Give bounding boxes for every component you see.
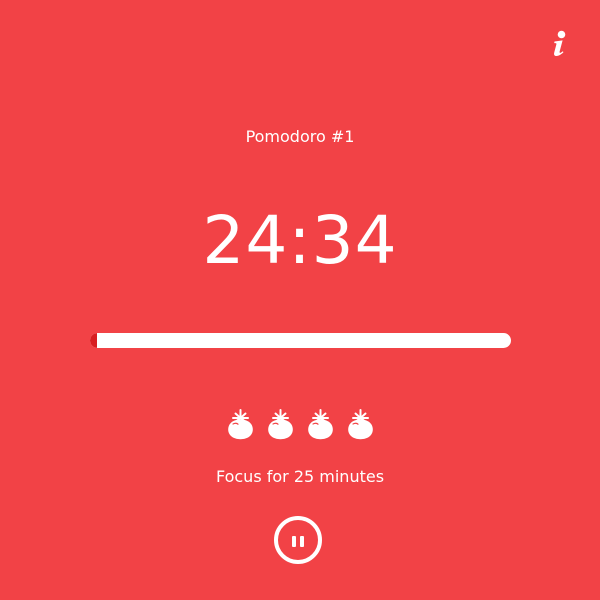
tomato-counter bbox=[0, 408, 600, 442]
tomato-icon bbox=[227, 409, 253, 440]
info-button[interactable] bbox=[544, 26, 576, 62]
pomodoro-app: Pomodoro #1 24:34 Focus for 25 minutes bbox=[0, 0, 600, 600]
progress-bar bbox=[90, 333, 511, 348]
status-message: Focus for 25 minutes bbox=[215, 467, 385, 486]
tomato-icon bbox=[347, 409, 373, 440]
timer-display: 24:34 bbox=[202, 202, 398, 279]
pause-bar-left bbox=[292, 536, 296, 547]
session-title: Pomodoro #1 bbox=[245, 127, 355, 146]
info-icon bbox=[554, 30, 566, 56]
progress-fill bbox=[90, 333, 97, 348]
tomato-icon bbox=[307, 409, 333, 440]
pause-bar-right bbox=[300, 536, 304, 547]
tomato-icon bbox=[267, 409, 293, 440]
pause-button[interactable] bbox=[274, 516, 322, 564]
